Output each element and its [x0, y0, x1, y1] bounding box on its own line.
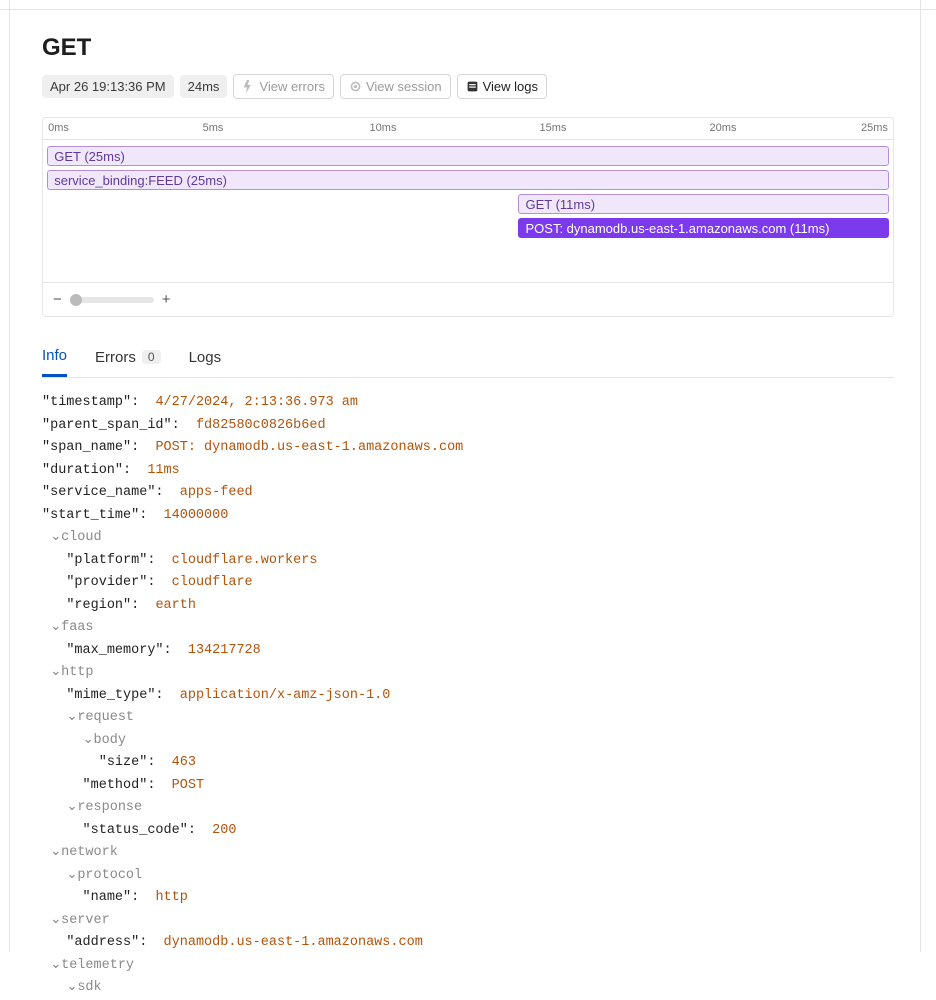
span-bar[interactable]: GET (25ms): [47, 146, 889, 166]
section-telemetry[interactable]: ⌄telemetry: [42, 955, 894, 978]
kv-http-body-size: "size": 463: [42, 752, 894, 775]
zoom-controls: − +: [43, 282, 893, 316]
tabs: Info Errors 0 Logs: [42, 339, 894, 378]
kv-span-name: "span_name": POST: dynamodb.us-east-1.am…: [42, 437, 894, 460]
section-http-response[interactable]: ⌄response: [42, 797, 894, 820]
left-edge: [0, 0, 10, 952]
view-logs-button[interactable]: View logs: [457, 74, 547, 99]
top-edge: [0, 0, 936, 10]
tab-info-label: Info: [42, 347, 67, 364]
timestamp-badge: Apr 26 19:13:36 PM: [42, 75, 174, 98]
tick-15: 15ms: [540, 122, 567, 134]
kv-http-status: "status_code": 200: [42, 820, 894, 843]
view-session-label: View session: [366, 79, 442, 94]
chevron-down-icon: ⌄: [83, 730, 91, 753]
section-http[interactable]: ⌄http: [42, 662, 894, 685]
chevron-down-icon: ⌄: [50, 527, 58, 550]
logs-icon: [466, 80, 479, 93]
kv-start-time: "start_time": 14000000: [42, 505, 894, 528]
view-session-button[interactable]: View session: [340, 74, 451, 99]
section-http-request-body[interactable]: ⌄body: [42, 730, 894, 753]
kv-parent-span-id: "parent_span_id": fd82580c0826b6ed: [42, 415, 894, 438]
timeline-ruler: 0ms 5ms 10ms 15ms 20ms 25ms: [43, 118, 893, 140]
tab-errors[interactable]: Errors 0: [95, 339, 161, 377]
errors-count: 0: [142, 350, 161, 364]
kv-timestamp: "timestamp": 4/27/2024, 2:13:36.973 am: [42, 392, 894, 415]
kv-service-name: "service_name": apps-feed: [42, 482, 894, 505]
section-cloud[interactable]: ⌄cloud: [42, 527, 894, 550]
section-faas[interactable]: ⌄faas: [42, 617, 894, 640]
zoom-slider[interactable]: [70, 297, 154, 303]
tab-logs-label: Logs: [189, 349, 222, 366]
tick-10: 10ms: [370, 122, 397, 134]
kv-network-protocol-name: "name": http: [42, 887, 894, 910]
tab-info[interactable]: Info: [42, 339, 67, 377]
main-panel: GET Apr 26 19:13:36 PM 24ms View errors …: [0, 0, 936, 1000]
tick-25: 25ms: [861, 122, 888, 134]
bolt-icon: [242, 80, 255, 93]
tick-5: 5ms: [203, 122, 224, 134]
chevron-down-icon: ⌄: [66, 707, 74, 730]
timeline: 0ms 5ms 10ms 15ms 20ms 25ms GET (25ms) se…: [42, 117, 894, 317]
chevron-down-icon: ⌄: [50, 842, 58, 865]
view-errors-button[interactable]: View errors: [233, 74, 334, 99]
chevron-down-icon: ⌄: [66, 977, 74, 1000]
chevron-down-icon: ⌄: [50, 955, 58, 978]
section-server[interactable]: ⌄server: [42, 910, 894, 933]
right-edge: [920, 0, 928, 952]
record-icon: [349, 80, 362, 93]
zoom-in-icon[interactable]: +: [162, 291, 171, 308]
section-http-request[interactable]: ⌄request: [42, 707, 894, 730]
section-telemetry-sdk[interactable]: ⌄sdk: [42, 977, 894, 1000]
info-panel: "timestamp": 4/27/2024, 2:13:36.973 am "…: [42, 392, 894, 1000]
kv-server-address: "address": dynamodb.us-east-1.amazonaws.…: [42, 932, 894, 955]
kv-http-mime: "mime_type": application/x-amz-json-1.0: [42, 685, 894, 708]
zoom-thumb[interactable]: [70, 294, 82, 306]
view-errors-label: View errors: [259, 79, 325, 94]
page-title: GET: [42, 34, 894, 62]
kv-duration: "duration": 11ms: [42, 460, 894, 483]
tab-logs[interactable]: Logs: [189, 339, 222, 377]
kv-cloud-provider: "provider": cloudflare: [42, 572, 894, 595]
duration-badge: 24ms: [180, 75, 228, 98]
span-bar[interactable]: service_binding:FEED (25ms): [47, 170, 889, 190]
tick-20: 20ms: [710, 122, 737, 134]
view-logs-label: View logs: [483, 79, 538, 94]
chevron-down-icon: ⌄: [66, 865, 74, 888]
chevron-down-icon: ⌄: [50, 910, 58, 933]
chevron-down-icon: ⌄: [50, 662, 58, 685]
kv-http-method: "method": POST: [42, 775, 894, 798]
kv-cloud-platform: "platform": cloudflare.workers: [42, 550, 894, 573]
span-bar[interactable]: POST: dynamodb.us-east-1.amazonaws.com (…: [518, 218, 888, 238]
kv-cloud-region: "region": earth: [42, 595, 894, 618]
section-network-protocol[interactable]: ⌄protocol: [42, 865, 894, 888]
span-area: GET (25ms) service_binding:FEED (25ms) GET…: [43, 140, 893, 282]
chevron-down-icon: ⌄: [66, 797, 74, 820]
chevron-down-icon: ⌄: [50, 617, 58, 640]
tab-errors-label: Errors: [95, 349, 136, 366]
span-bar[interactable]: GET (11ms): [518, 194, 888, 214]
tick-0: 0ms: [48, 122, 69, 134]
meta-row: Apr 26 19:13:36 PM 24ms View errors View…: [42, 74, 894, 99]
zoom-out-icon[interactable]: −: [53, 291, 62, 308]
kv-faas-max-memory: "max_memory": 134217728: [42, 640, 894, 663]
section-network[interactable]: ⌄network: [42, 842, 894, 865]
